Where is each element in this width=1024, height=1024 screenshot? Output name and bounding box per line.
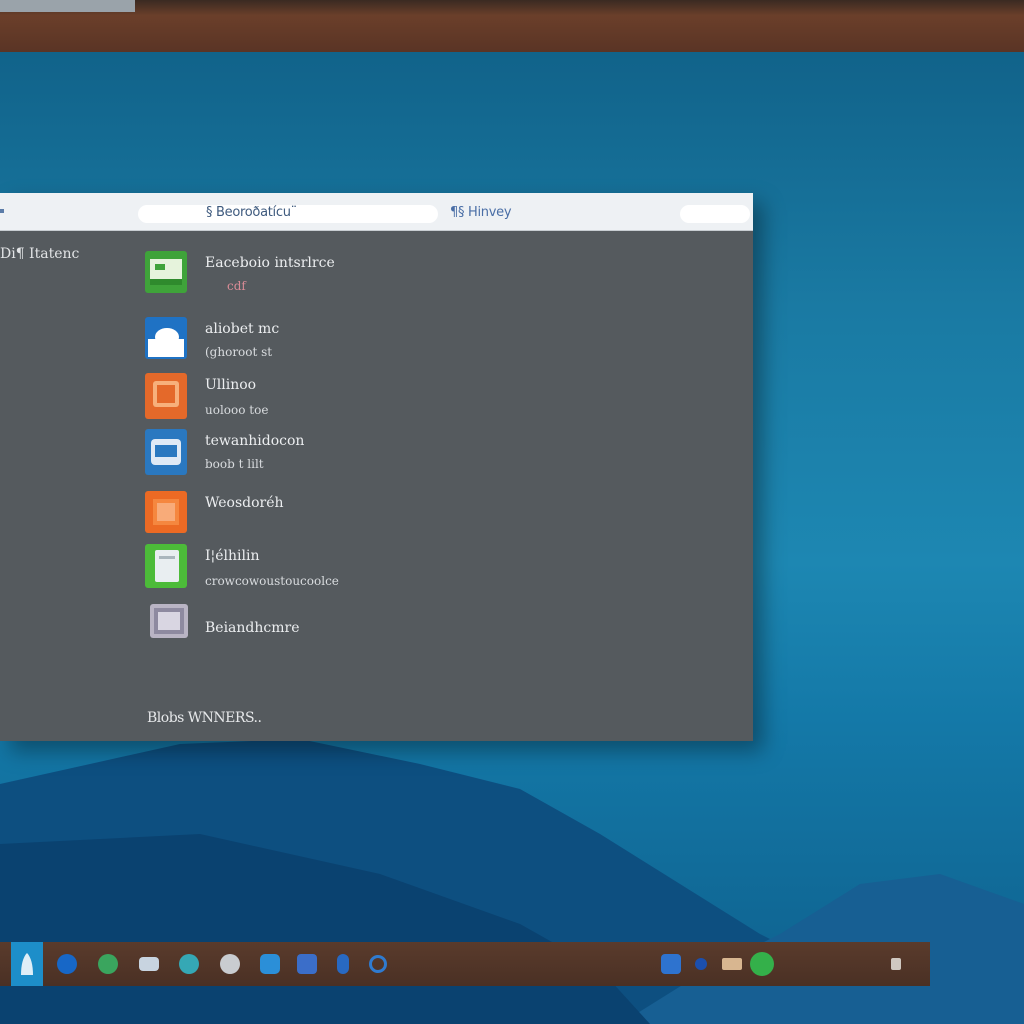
tray-item[interactable]	[685, 942, 717, 986]
taskbar	[0, 942, 930, 986]
tray-item[interactable]	[746, 942, 778, 986]
globe-icon	[179, 954, 199, 974]
archive-icon	[150, 604, 188, 638]
app-subtitle: uolooo toe	[205, 403, 269, 417]
app-name: Eaceboio intsrlrce	[205, 255, 335, 271]
app-subtitle: crowcowoustoucoolce	[205, 574, 339, 588]
settings-icon	[220, 954, 240, 974]
tray-item[interactable]	[716, 942, 748, 986]
bluetooth-icon	[695, 958, 707, 970]
app-name: Ullinoo	[205, 377, 257, 393]
app-name: I¦élhilin	[205, 548, 260, 564]
app-subtitle: boob t lilt	[205, 457, 264, 471]
cloud-icon	[145, 317, 187, 359]
taskbar-app[interactable]	[133, 942, 165, 986]
status-green-icon	[750, 952, 774, 976]
mail-icon	[139, 957, 159, 971]
taskbar-app[interactable]	[51, 942, 83, 986]
taskbar-app[interactable]	[327, 942, 359, 986]
shelf-strip	[0, 0, 135, 12]
notification-icon	[891, 958, 901, 970]
start-button[interactable]	[11, 942, 43, 986]
search-icon	[369, 955, 387, 973]
maps-icon	[98, 954, 118, 974]
network-icon	[661, 954, 681, 974]
titlebar-pill[interactable]	[680, 205, 750, 223]
titlebar-left-text: § Beoroðatícu¨	[206, 205, 297, 220]
app-window: § Beoroðatícu¨ ¶§ Hinvey Di¶ Itatenc Eac…	[0, 193, 753, 741]
tray-item[interactable]	[880, 942, 912, 986]
contacts-icon	[337, 954, 349, 974]
shield-icon	[297, 954, 317, 974]
folder-icon	[145, 373, 187, 419]
app-name: aliobet mc	[205, 321, 280, 337]
window-control-dot[interactable]	[0, 209, 4, 213]
message-icon	[145, 429, 187, 475]
taskbar-app[interactable]	[291, 942, 323, 986]
document-icon	[145, 544, 187, 588]
spreadsheet-icon	[145, 251, 187, 293]
titlebar-right-text[interactable]: ¶§ Hinvey	[450, 205, 512, 220]
app-name: Weosdoréh	[205, 495, 284, 511]
taskbar-app[interactable]	[254, 942, 286, 986]
box-icon	[145, 491, 187, 533]
battery-icon	[722, 958, 742, 970]
app-name: tewanhidocon	[205, 433, 305, 449]
window-titlebar[interactable]: § Beoroðatícu¨ ¶§ Hinvey	[0, 193, 753, 231]
tray-item[interactable]	[655, 942, 687, 986]
browser-icon	[57, 954, 77, 974]
store-icon	[260, 954, 280, 974]
taskbar-app[interactable]	[362, 942, 394, 986]
window-footer-text: Blobs WNNERS..	[147, 710, 262, 726]
app-subtitle: cdf	[227, 279, 246, 293]
taskbar-app[interactable]	[92, 942, 124, 986]
top-shelf	[0, 0, 1024, 52]
app-name: Beiandhcmre	[205, 620, 300, 636]
taskbar-app[interactable]	[173, 942, 205, 986]
taskbar-app[interactable]	[214, 942, 246, 986]
app-subtitle: (ghoroot st	[205, 345, 273, 359]
sidebar-title: Di¶ Itatenc	[0, 246, 80, 262]
